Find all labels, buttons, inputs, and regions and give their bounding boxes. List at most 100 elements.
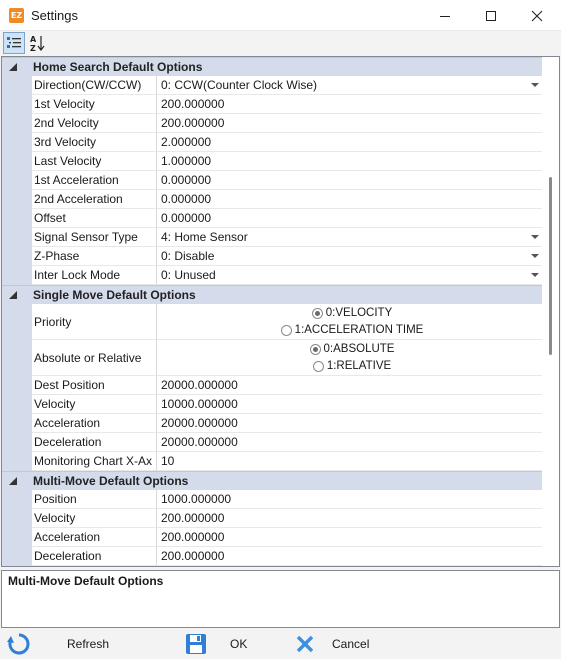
scrollbar-thumb[interactable]: [549, 177, 552, 355]
property-value[interactable]: 20000.000000: [157, 433, 543, 452]
property-name: Monitoring Chart X-Ax: [32, 452, 157, 471]
radio-label: 0:ABSOLUTE: [323, 343, 395, 355]
property-row[interactable]: Acceleration 200.000000: [2, 528, 543, 547]
cancel-label: Cancel: [332, 636, 370, 651]
property-value[interactable]: 10: [157, 452, 543, 471]
property-radio-group[interactable]: 0:ABSOLUTE 1:RELATIVE: [157, 340, 543, 376]
radio-button[interactable]: [280, 324, 292, 336]
minimize-button[interactable]: [422, 0, 468, 31]
property-row[interactable]: Deceleration 200.000000: [2, 547, 543, 566]
maximize-icon: [486, 10, 496, 21]
property-row[interactable]: Offset 0.000000: [2, 209, 543, 228]
property-name: Priority: [32, 304, 157, 340]
radio-option[interactable]: 1:ACCELERATION TIME: [280, 322, 423, 338]
property-row[interactable]: 2nd Velocity 200.000000: [2, 114, 543, 133]
row-gutter: [2, 433, 32, 452]
categorized-button[interactable]: [3, 32, 25, 54]
radio-option[interactable]: 1:RELATIVE: [312, 358, 392, 374]
property-row[interactable]: Acceleration 20000.000000: [2, 414, 543, 433]
property-row[interactable]: Inter Lock Mode 0: Unused: [2, 266, 543, 285]
property-row[interactable]: 1st Velocity 200.000000: [2, 95, 543, 114]
property-name: Direction(CW/CCW): [32, 76, 157, 95]
svg-text:A: A: [30, 35, 37, 44]
ok-button[interactable]: OK: [182, 628, 247, 659]
property-row[interactable]: Direction(CW/CCW) 0: CCW(Counter Clock Wi…: [2, 76, 543, 95]
collapse-triangle-icon[interactable]: [8, 476, 18, 486]
property-value[interactable]: 0.000000: [157, 209, 543, 228]
category-label: Home Search Default Options: [33, 60, 203, 74]
property-value[interactable]: 0.000000: [157, 171, 543, 190]
radio-option[interactable]: 0:ABSOLUTE: [309, 341, 395, 357]
property-value[interactable]: 0: Disable: [157, 247, 543, 266]
radio-button[interactable]: [311, 307, 323, 319]
window-title: Settings: [31, 8, 78, 23]
radio-label: 1:RELATIVE: [326, 360, 392, 372]
property-value[interactable]: 4: Home Sensor: [157, 228, 543, 247]
dropdown-arrow-icon[interactable]: [531, 83, 539, 87]
property-value[interactable]: 0.000000: [157, 190, 543, 209]
row-gutter: [2, 190, 32, 209]
cancel-button[interactable]: Cancel: [291, 628, 369, 659]
property-row[interactable]: Absolute or Relative 0:ABSOLUTE 1:RELATIVE: [2, 340, 543, 376]
close-button[interactable]: [514, 0, 560, 31]
property-value[interactable]: 20000.000000: [157, 376, 543, 395]
dropdown-arrow-icon[interactable]: [531, 254, 539, 258]
row-gutter: [2, 376, 32, 395]
property-value[interactable]: 20000.000000: [157, 414, 543, 433]
dropdown-arrow-icon[interactable]: [531, 273, 539, 277]
refresh-button[interactable]: Refresh: [5, 628, 109, 659]
property-row[interactable]: Deceleration 20000.000000: [2, 433, 543, 452]
radio-option[interactable]: 0:VELOCITY: [311, 305, 392, 321]
property-value[interactable]: 200.000000: [157, 509, 543, 528]
property-value[interactable]: 0: Unused: [157, 266, 543, 285]
property-row[interactable]: Priority 0:VELOCITY 1:ACCELERATION TIME: [2, 304, 543, 340]
row-gutter: [2, 95, 32, 114]
property-value[interactable]: 200.000000: [157, 528, 543, 547]
category-header[interactable]: Multi-Move Default Options: [2, 471, 543, 490]
category-header[interactable]: Home Search Default Options: [2, 57, 543, 76]
property-value-text: 200.000000: [161, 97, 225, 111]
dropdown-arrow-icon[interactable]: [531, 235, 539, 239]
property-value[interactable]: 200.000000: [157, 547, 543, 566]
property-grid: Home Search Default Options Direction(CW/…: [1, 56, 560, 567]
property-row[interactable]: Velocity 200.000000: [2, 509, 543, 528]
maximize-button[interactable]: [468, 0, 514, 31]
property-name: 3rd Velocity: [32, 133, 157, 152]
property-value[interactable]: 200.000000: [157, 114, 543, 133]
property-radio-group[interactable]: 0:VELOCITY 1:ACCELERATION TIME: [157, 304, 543, 340]
property-row[interactable]: Position 1000.000000: [2, 490, 543, 509]
property-row[interactable]: 3rd Velocity 2.000000: [2, 133, 543, 152]
radio-button[interactable]: [309, 343, 321, 355]
row-gutter: [2, 266, 32, 285]
property-value[interactable]: 2.000000: [157, 133, 543, 152]
property-value[interactable]: 1000.000000: [157, 490, 543, 509]
app-icon: EZ: [9, 8, 24, 23]
row-gutter: [2, 171, 32, 190]
minimize-icon: [440, 15, 450, 17]
property-row[interactable]: Last Velocity 1.000000: [2, 152, 543, 171]
property-row[interactable]: 2nd Acceleration 0.000000: [2, 190, 543, 209]
category-header[interactable]: Single Move Default Options: [2, 285, 543, 304]
collapse-triangle-icon[interactable]: [8, 62, 18, 72]
sort-az-button[interactable]: A Z: [26, 32, 48, 54]
property-value[interactable]: 200.000000: [157, 95, 543, 114]
property-value-text: 1.000000: [161, 154, 212, 168]
property-row[interactable]: Signal Sensor Type 4: Home Sensor: [2, 228, 543, 247]
property-value[interactable]: 0: CCW(Counter Clock Wise): [157, 76, 543, 95]
property-row[interactable]: Monitoring Chart X-Ax 10: [2, 452, 543, 471]
property-name: 1st Acceleration: [32, 171, 157, 190]
property-name: Last Velocity: [32, 152, 157, 171]
property-row[interactable]: Velocity 10000.000000: [2, 395, 543, 414]
property-row[interactable]: Z-Phase 0: Disable: [2, 247, 543, 266]
property-row[interactable]: 1st Acceleration 0.000000: [2, 171, 543, 190]
vertical-scrollbar[interactable]: [542, 57, 559, 566]
property-value[interactable]: 1.000000: [157, 152, 543, 171]
property-name: Offset: [32, 209, 157, 228]
row-gutter: [2, 490, 32, 509]
title-bar: EZ Settings: [0, 0, 561, 31]
collapse-triangle-icon[interactable]: [8, 290, 18, 300]
property-row[interactable]: Dest Position 20000.000000: [2, 376, 543, 395]
property-value[interactable]: 10000.000000: [157, 395, 543, 414]
radio-button[interactable]: [312, 360, 324, 372]
row-gutter: [2, 247, 32, 266]
